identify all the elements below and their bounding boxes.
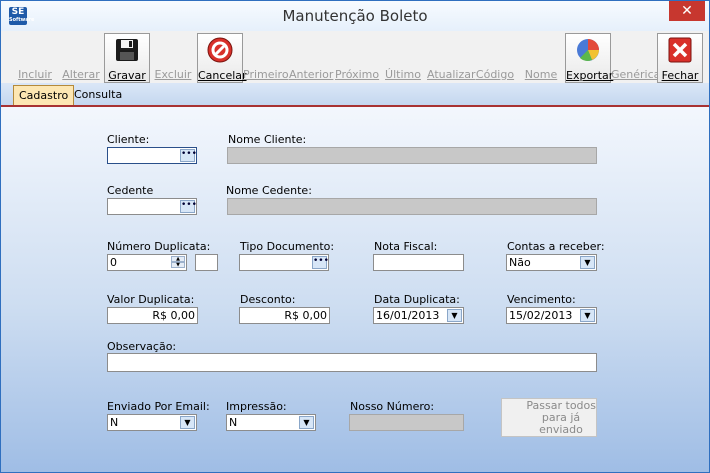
nota-fiscal-label: Nota Fiscal: (374, 240, 438, 253)
window-title: Manutenção Boleto (282, 7, 428, 25)
contas-receber-label: Contas a receber: (507, 240, 605, 253)
nome-cedente-label: Nome Cedente: (226, 184, 312, 197)
nosso-numero-label: Nosso Número: (350, 400, 435, 413)
valor-duplicata-label: Valor Duplicata: (107, 293, 195, 306)
enviado-email-select[interactable]: N ▼ (107, 414, 197, 431)
excluir-button[interactable]: Excluir (151, 33, 195, 81)
close-x-icon (668, 37, 692, 63)
nome-cliente-field (227, 147, 597, 164)
desconto-field[interactable]: R$ 0,00 (239, 307, 330, 324)
calendar-dropdown-icon[interactable]: ▼ (447, 309, 462, 322)
title-bar: SE Software Manutenção Boleto ✕ (1, 1, 709, 31)
tab-consulta[interactable]: Consulta (69, 85, 127, 104)
floppy-disk-icon (116, 39, 138, 61)
atualizar-button[interactable]: Atualizar (427, 33, 476, 81)
impressao-label: Impressão: (226, 400, 287, 413)
ultimo-button[interactable]: Último (381, 33, 425, 81)
data-duplicata-label: Data Duplicata: (374, 293, 460, 306)
nota-fiscal-field[interactable] (373, 254, 464, 271)
chevron-down-icon[interactable]: ▼ (580, 256, 595, 269)
observacao-label: Observação: (107, 340, 177, 353)
cedente-field[interactable]: ••• (107, 198, 197, 215)
nome-cliente-label: Nome Cliente: (228, 133, 307, 146)
valor-duplicata-field[interactable]: R$ 0,00 (107, 307, 198, 324)
desconto-label: Desconto: (240, 293, 296, 306)
nome-cedente-field (227, 198, 597, 215)
numero-duplicata-field[interactable]: 0 ▲ ▼ (107, 254, 187, 271)
cliente-field[interactable]: ••• (107, 147, 197, 164)
numero-duplicata-label: Número Duplicata: (107, 240, 211, 253)
vencimento-field[interactable]: 15/02/2013 ▼ (506, 307, 597, 324)
anterior-button[interactable]: Anterior (289, 33, 333, 81)
numero-duplicata-spinner[interactable]: ▲ ▼ (171, 256, 185, 269)
pie-chart-icon (577, 39, 599, 61)
cedente-lookup-button[interactable]: ••• (180, 200, 196, 213)
cliente-label: Cliente: (107, 133, 150, 146)
calendar-dropdown-icon[interactable]: ▼ (580, 309, 595, 322)
fechar-button[interactable]: Fechar (657, 33, 703, 83)
tab-bar: Cadastro Consulta (1, 83, 709, 107)
primeiro-button[interactable]: Primeiro (243, 33, 289, 81)
cliente-lookup-button[interactable]: ••• (180, 149, 196, 162)
window-close-button[interactable]: ✕ (669, 1, 705, 21)
tipo-documento-label: Tipo Documento: (240, 240, 335, 253)
vencimento-label: Vencimento: (507, 293, 576, 306)
observacao-field[interactable] (107, 353, 597, 372)
exportar-button[interactable]: Exportar (565, 33, 613, 83)
incluir-button[interactable]: Incluir (13, 33, 57, 81)
alterar-button[interactable]: Alterar (59, 33, 103, 81)
cancel-icon (207, 37, 233, 63)
generica-button[interactable]: Genérica (611, 33, 660, 81)
spin-down-icon[interactable]: ▼ (171, 262, 185, 268)
proximo-button[interactable]: Próximo (335, 33, 379, 81)
enviado-email-label: Enviado Por Email: (107, 400, 210, 413)
toolbar: Incluir Alterar Gravar Excluir Cancelar … (1, 31, 709, 84)
contas-receber-select[interactable]: Não ▼ (506, 254, 597, 271)
tab-cadastro[interactable]: Cadastro (13, 85, 75, 105)
data-duplicata-field[interactable]: 16/01/2013 ▼ (373, 307, 464, 324)
chevron-down-icon[interactable]: ▼ (180, 416, 195, 429)
main-window: SE Software Manutenção Boleto ✕ Incluir A… (0, 0, 710, 473)
gravar-button[interactable]: Gravar (104, 33, 150, 83)
tipo-documento-field[interactable]: ••• (239, 254, 329, 271)
nosso-numero-field (349, 414, 464, 431)
chevron-down-icon[interactable]: ▼ (299, 416, 314, 429)
cedente-label: Cedente (107, 184, 154, 197)
cancelar-button[interactable]: Cancelar (197, 33, 247, 83)
nome-button[interactable]: Nome (519, 33, 563, 81)
cadastro-panel: Cliente: ••• Nome Cliente: Cedente ••• N… (1, 107, 709, 472)
impressao-select[interactable]: N ▼ (226, 414, 316, 431)
codigo-button[interactable]: Código (473, 33, 517, 81)
passar-todos-enviado-button[interactable]: Passar todos para já enviado (501, 398, 597, 437)
tipo-documento-lookup-button[interactable]: ••• (312, 256, 328, 269)
numero-duplicata-suffix-field[interactable] (195, 254, 218, 271)
passar-todos-label-line3: enviado (539, 423, 583, 436)
